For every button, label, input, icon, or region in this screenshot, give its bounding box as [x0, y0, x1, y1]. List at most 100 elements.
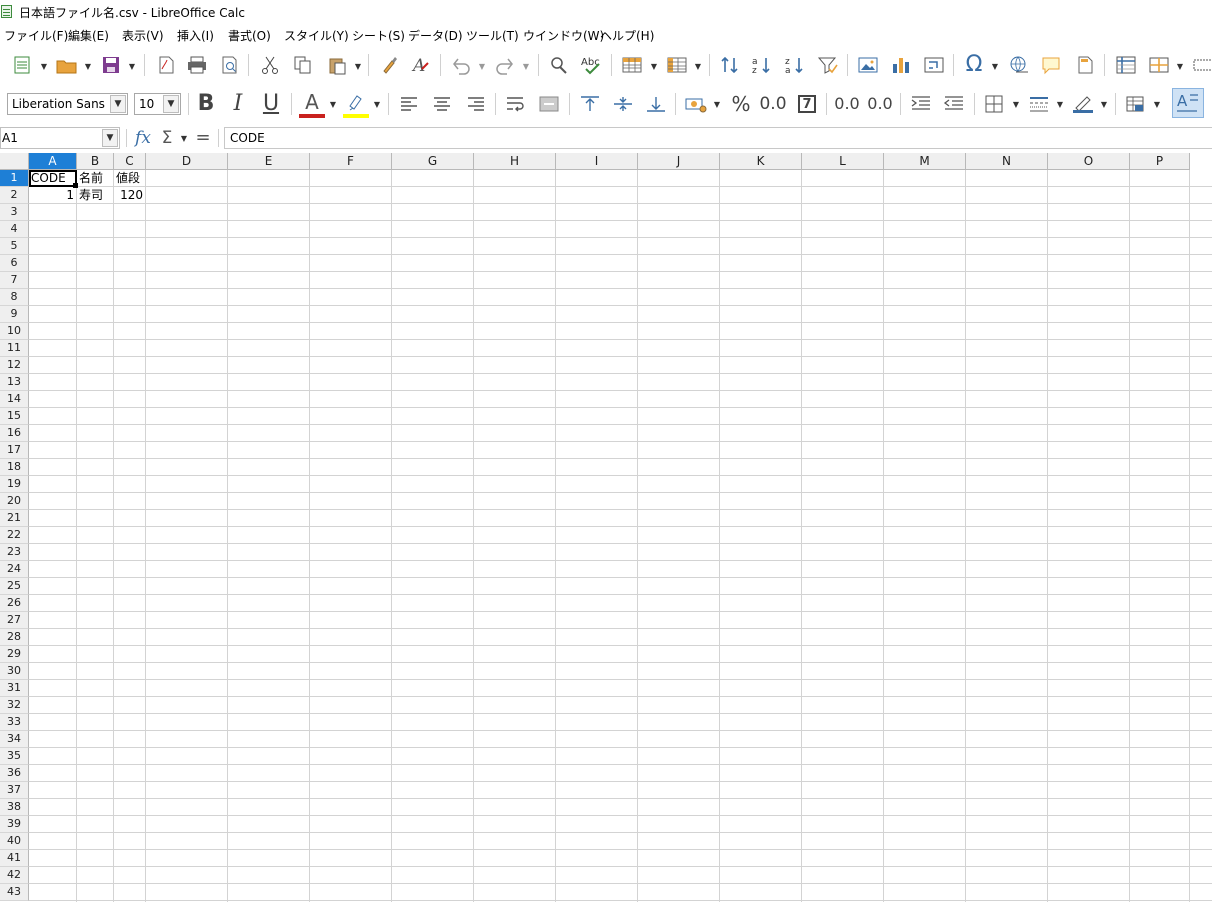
delete-decimal-place-button[interactable]: 0.0 — [867, 91, 893, 117]
font-color-button[interactable]: A — [299, 89, 325, 115]
headers-footers-icon[interactable] — [1072, 52, 1098, 78]
cell-c2[interactable]: 120 — [114, 187, 145, 203]
spelling-icon[interactable]: Abc — [579, 52, 605, 78]
align-center-icon[interactable] — [429, 91, 455, 117]
open-dropdown-icon[interactable]: ▼ — [84, 58, 92, 74]
find-replace-icon[interactable] — [546, 52, 572, 78]
row-header-2[interactable]: 2 — [0, 187, 29, 204]
special-character-icon[interactable]: Ω — [961, 52, 987, 78]
autofill-handle[interactable] — [73, 183, 78, 188]
row-header-39[interactable]: 39 — [0, 816, 29, 833]
name-box[interactable]: A1 ▼ — [0, 127, 120, 149]
redo-icon[interactable] — [492, 52, 518, 78]
center-vertically-icon[interactable] — [610, 91, 636, 117]
border-style-dropdown-icon[interactable]: ▼ — [1056, 96, 1064, 112]
sort-icon[interactable] — [717, 52, 743, 78]
italic-button[interactable]: I — [225, 91, 251, 117]
cell-b2[interactable]: 寿司 — [77, 187, 113, 203]
row-header-21[interactable]: 21 — [0, 510, 29, 527]
column-header-o[interactable]: O — [1048, 153, 1130, 170]
conditional-format-dropdown-icon[interactable]: ▼ — [1153, 96, 1161, 112]
border-style-icon[interactable] — [1026, 91, 1052, 117]
show-draw-functions-icon[interactable] — [1190, 52, 1212, 78]
print-preview-icon[interactable] — [217, 52, 243, 78]
row-header-26[interactable]: 26 — [0, 595, 29, 612]
column-header-e[interactable]: E — [228, 153, 310, 170]
row-header-19[interactable]: 19 — [0, 476, 29, 493]
row-header-9[interactable]: 9 — [0, 306, 29, 323]
row-header-43[interactable]: 43 — [0, 884, 29, 901]
paste-dropdown-icon[interactable]: ▼ — [354, 58, 362, 74]
increase-indent-icon[interactable] — [908, 91, 934, 117]
menu-window[interactable]: ウインドウ(W) — [523, 27, 604, 44]
row-header-41[interactable]: 41 — [0, 850, 29, 867]
sidebar-toggle-button[interactable]: A — [1172, 88, 1204, 118]
row-header-12[interactable]: 12 — [0, 357, 29, 374]
font-name-combo[interactable]: Liberation Sans ▼ — [7, 93, 128, 115]
row-header-20[interactable]: 20 — [0, 493, 29, 510]
conditional-format-icon[interactable] — [1123, 91, 1149, 117]
percent-format-button[interactable]: % — [728, 91, 754, 117]
row-header-3[interactable]: 3 — [0, 204, 29, 221]
cell-b1[interactable]: 名前 — [77, 170, 113, 186]
borders-icon[interactable] — [982, 91, 1008, 117]
column-header-g[interactable]: G — [392, 153, 474, 170]
row-header-17[interactable]: 17 — [0, 442, 29, 459]
highlight-dropdown-icon[interactable]: ▼ — [373, 96, 381, 112]
align-left-icon[interactable] — [396, 91, 422, 117]
column-header-h[interactable]: H — [474, 153, 556, 170]
split-window-icon[interactable] — [1146, 52, 1172, 78]
menu-edit[interactable]: 編集(E) — [68, 27, 109, 44]
row-header-34[interactable]: 34 — [0, 731, 29, 748]
select-all-corner[interactable] — [0, 153, 29, 170]
row-header-35[interactable]: 35 — [0, 748, 29, 765]
row-header-11[interactable]: 11 — [0, 340, 29, 357]
row-header-32[interactable]: 32 — [0, 697, 29, 714]
align-right-icon[interactable] — [463, 91, 489, 117]
currency-dropdown-icon[interactable]: ▼ — [713, 96, 721, 112]
cell-a2[interactable]: 1 — [29, 187, 76, 203]
menu-view[interactable]: 表示(V) — [122, 27, 164, 44]
column-header-a[interactable]: A — [29, 153, 77, 170]
align-top-icon[interactable] — [577, 91, 603, 117]
menu-insert[interactable]: 挿入(I) — [177, 27, 214, 44]
row-header-30[interactable]: 30 — [0, 663, 29, 680]
row-header-24[interactable]: 24 — [0, 561, 29, 578]
column-dropdown-icon[interactable]: ▼ — [694, 58, 702, 74]
undo-dropdown-icon[interactable]: ▼ — [478, 58, 486, 74]
formula-button[interactable]: = — [190, 125, 216, 151]
new-icon[interactable] — [9, 52, 35, 78]
row-header-29[interactable]: 29 — [0, 646, 29, 663]
row-header-13[interactable]: 13 — [0, 374, 29, 391]
row-header-15[interactable]: 15 — [0, 408, 29, 425]
number-format-button[interactable]: 0.0 — [759, 91, 786, 117]
menu-tools[interactable]: ツール(T) — [466, 27, 519, 44]
column-header-c[interactable]: C — [114, 153, 146, 170]
freeze-rows-icon[interactable] — [1113, 52, 1139, 78]
border-color-dropdown-icon[interactable]: ▼ — [1100, 96, 1108, 112]
row-header-6[interactable]: 6 — [0, 255, 29, 272]
merge-center-icon[interactable] — [536, 91, 562, 117]
sort-descending-icon[interactable]: za — [782, 52, 808, 78]
cell-area[interactable]: CODE 名前 値段 1 寿司 120 — [29, 170, 1212, 902]
row-header-23[interactable]: 23 — [0, 544, 29, 561]
row-header-38[interactable]: 38 — [0, 799, 29, 816]
export-pdf-icon[interactable] — [153, 52, 179, 78]
column-header-p[interactable]: P — [1130, 153, 1190, 170]
column-header-m[interactable]: M — [884, 153, 966, 170]
menu-help[interactable]: ヘルプ(H) — [600, 27, 654, 44]
comment-icon[interactable] — [1038, 52, 1064, 78]
column-header-d[interactable]: D — [146, 153, 228, 170]
align-bottom-icon[interactable] — [643, 91, 669, 117]
cell-c1[interactable]: 値段 — [114, 170, 145, 186]
row-header-14[interactable]: 14 — [0, 391, 29, 408]
column-header-f[interactable]: F — [310, 153, 392, 170]
row-header-10[interactable]: 10 — [0, 323, 29, 340]
column-header-n[interactable]: N — [966, 153, 1048, 170]
highlight-icon[interactable] — [343, 89, 369, 115]
decrease-indent-icon[interactable] — [941, 91, 967, 117]
sum-dropdown-icon[interactable]: ▼ — [180, 130, 188, 146]
row-header-42[interactable]: 42 — [0, 867, 29, 884]
row-header-36[interactable]: 36 — [0, 765, 29, 782]
row-header-5[interactable]: 5 — [0, 238, 29, 255]
